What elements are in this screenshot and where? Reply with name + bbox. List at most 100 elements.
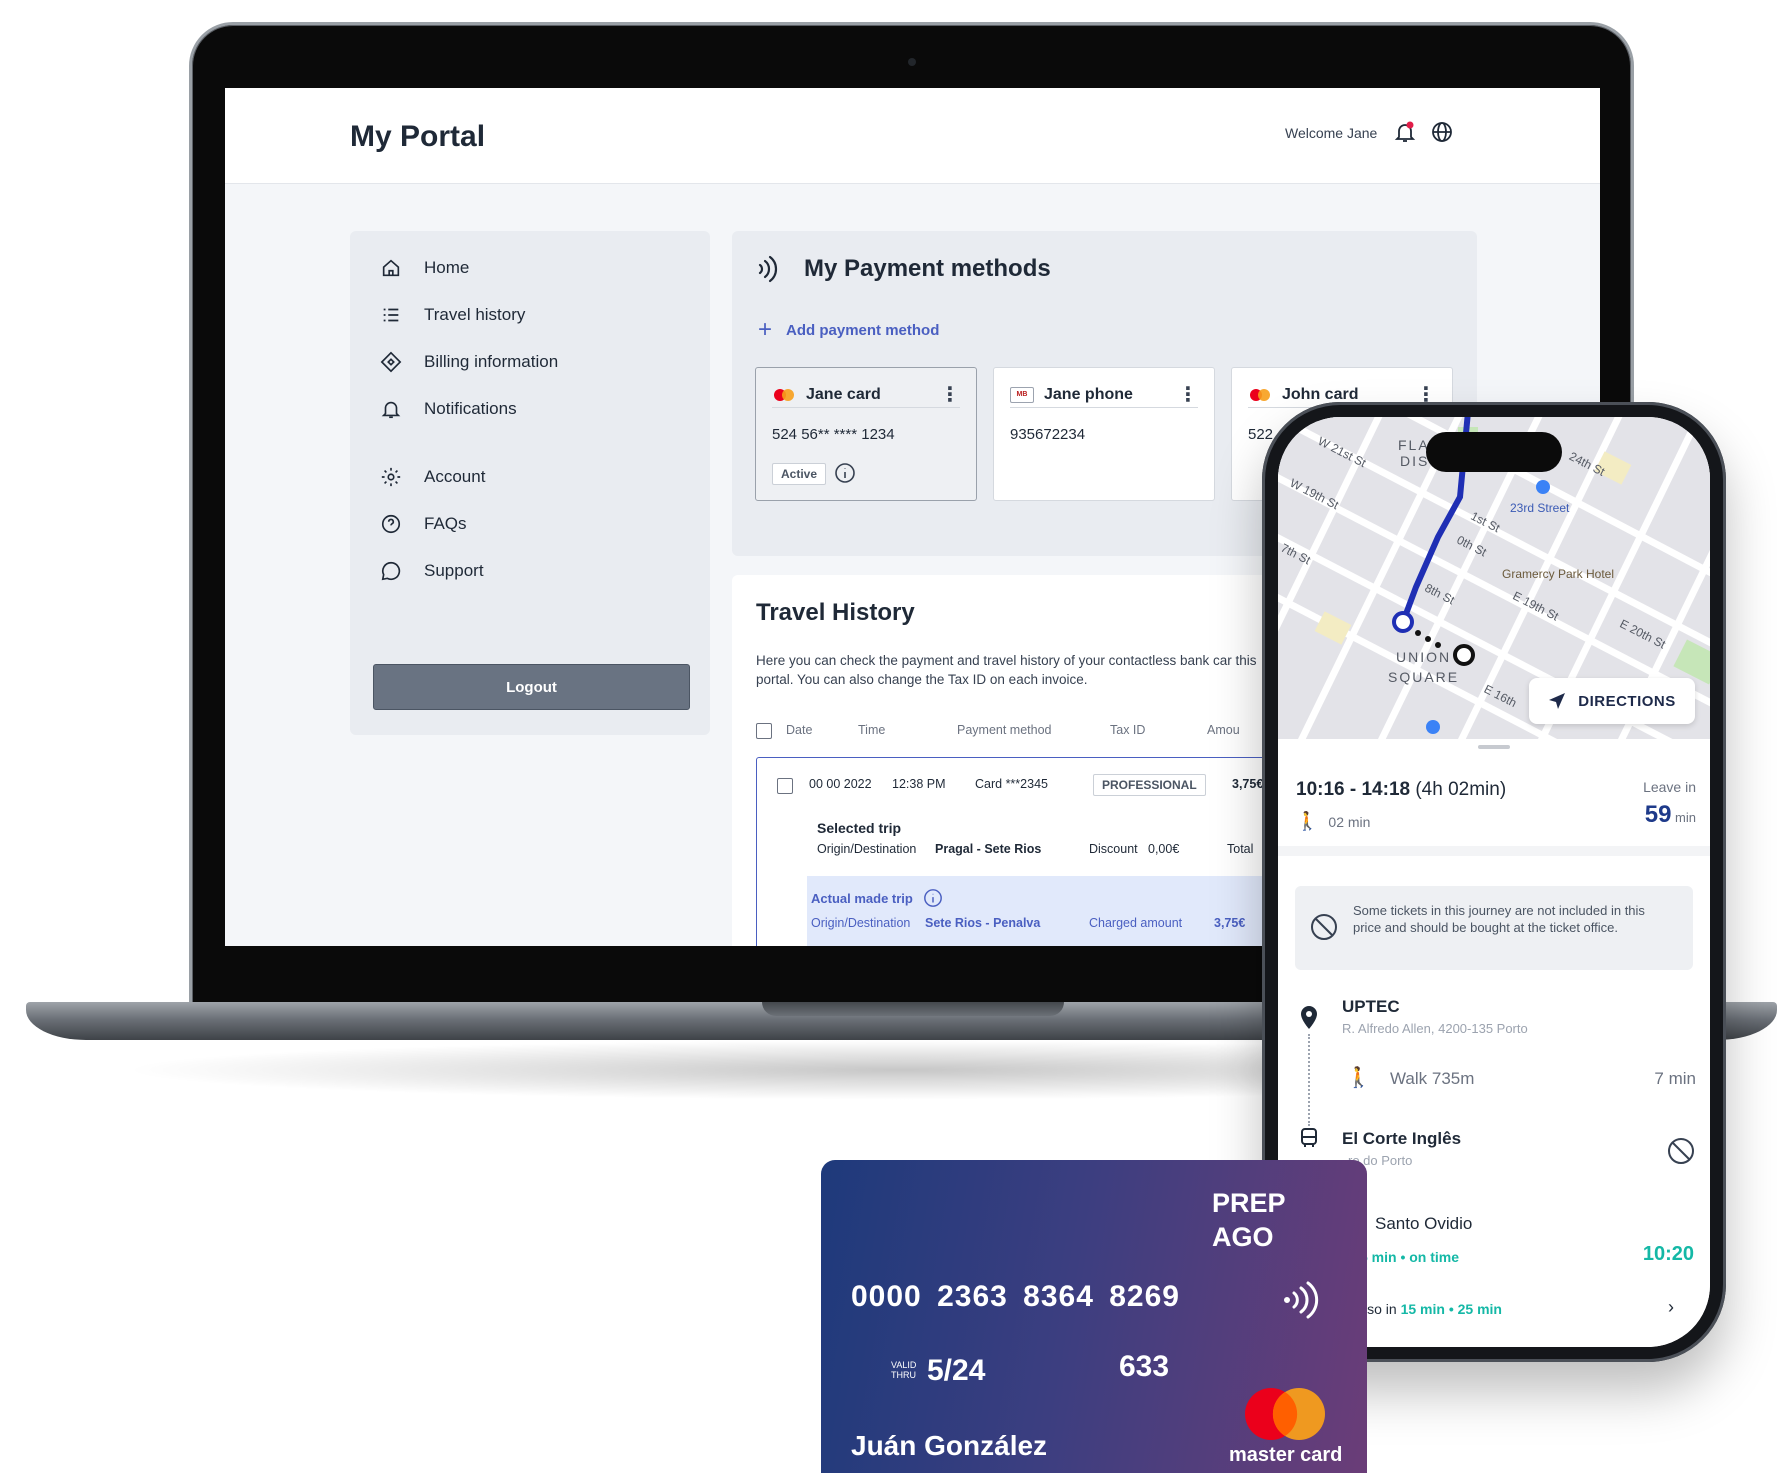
select-all-checkbox[interactable] (756, 723, 772, 739)
phone-payment-icon: MB (1010, 386, 1034, 403)
card-holder-name: Juán González (851, 1430, 1048, 1461)
payment-card-jane-phone[interactable]: MB Jane phone ⋮ 935672234 (993, 367, 1215, 501)
welcome-text: Welcome Jane (1285, 125, 1378, 141)
sidebar-item-account[interactable]: Account (380, 466, 485, 488)
bus-icon (1301, 1128, 1317, 1147)
credit-card: PREP AGO 0000 2363 8364 8269 VALID THRU … (821, 1160, 1367, 1473)
leave-in: 59 min (1645, 801, 1696, 829)
payment-card-header: Jane card ⋮ (772, 382, 960, 408)
map-label: Gramercy Park Hotel (1502, 567, 1615, 581)
ticket-notice: Some tickets in this journey are not inc… (1295, 886, 1693, 970)
walk-time: 7 min (1654, 1069, 1696, 1088)
sidebar: Home Travel history Billing information … (350, 231, 710, 735)
mastercard-icon (772, 387, 796, 403)
card-brand-line2: AGO (1212, 1222, 1274, 1252)
walking-icon: 🚶 (1296, 811, 1319, 831)
ticket-icon (380, 351, 402, 373)
status-badge: Active (772, 463, 827, 485)
laptop-camera (908, 58, 916, 66)
location-pin-icon (1301, 1006, 1317, 1029)
row-checkbox[interactable] (777, 778, 793, 794)
sidebar-item-label: Home (424, 258, 470, 277)
sidebar-item-label: Account (424, 467, 486, 486)
also-in: lso in 15 min • 25 min (1364, 1301, 1502, 1317)
valid-thru-label: VALID THRU (891, 1360, 916, 1380)
ticket-notice-text: Some tickets in this journey are not inc… (1353, 903, 1645, 935)
info-icon[interactable] (834, 462, 856, 484)
directions-button[interactable]: DIRECTIONS (1529, 678, 1695, 724)
card-brand-line1: PREP (1212, 1188, 1286, 1218)
column-header-date[interactable]: Date (786, 723, 812, 737)
info-icon[interactable] (923, 888, 943, 908)
charged-amount-label: Charged amount (1089, 916, 1183, 930)
sheet-grabber[interactable] (1478, 745, 1510, 749)
column-header-tax-id[interactable]: Tax ID (1110, 723, 1145, 737)
column-header-payment-method[interactable]: Payment method (957, 723, 1052, 737)
globe-icon[interactable] (1430, 120, 1454, 144)
walking-icon: 🚶 (1346, 1067, 1371, 1089)
sidebar-item-notifications[interactable]: Notifications (380, 398, 517, 420)
origin-destination-label: Origin/Destination (811, 916, 911, 930)
sidebar-item-billing[interactable]: Billing information (380, 351, 558, 373)
payment-card-number: 935672234 (1010, 426, 1086, 443)
column-header-amount[interactable]: Amou (1207, 723, 1240, 737)
card-brand: PREP AGO (1212, 1186, 1286, 1254)
payment-card-header: MB Jane phone ⋮ (1010, 382, 1198, 408)
mastercard-icon (1248, 387, 1272, 403)
add-payment-method-link[interactable]: + Add payment method (758, 316, 939, 344)
walk-start-minutes: 02 min (1328, 813, 1371, 830)
leave-in-unit: min (1675, 810, 1696, 825)
walk-label: Walk 735m (1390, 1069, 1475, 1088)
also-in-prefix: lso in (1364, 1301, 1397, 1317)
card-network-label: master card (1229, 1444, 1343, 1466)
origin-address: R. Alfredo Allen, 4200-135 Porto (1342, 1021, 1528, 1036)
card-number: 0000 2363 8364 8269 (851, 1280, 1180, 1313)
payment-methods-title: My Payment methods (804, 255, 1051, 282)
walk-start: 🚶 02 min (1296, 811, 1370, 832)
add-payment-method-label: Add payment method (786, 321, 940, 339)
travel-history-description: Here you can check the payment and trave… (756, 653, 1257, 687)
prohibited-icon (1311, 914, 1337, 940)
row-date: 00 00 2022 (809, 777, 872, 791)
tax-id-badge[interactable]: PROFESSIONAL (1093, 774, 1206, 796)
actual-trip-title: Actual made trip (811, 888, 943, 908)
actual-trip-label: Actual made trip (811, 890, 913, 906)
payment-card-jane-card[interactable]: Jane card ⋮ 524 56** **** 1234 Active (755, 367, 977, 501)
logout-button[interactable]: Logout (373, 664, 690, 710)
portal-header: My Portal Welcome Jane (225, 88, 1600, 184)
divider (1278, 846, 1710, 856)
valid-label: VALID (891, 1360, 917, 1370)
sidebar-item-label: Travel history (424, 305, 526, 324)
discount-value: 0,00€ (1148, 842, 1180, 856)
sidebar-item-travel-history[interactable]: Travel history (380, 304, 525, 326)
sidebar-item-support[interactable]: Support (380, 560, 484, 582)
chevron-right-icon[interactable]: › (1668, 1297, 1674, 1318)
discount-label: Discount (1089, 842, 1138, 856)
route-duration: (4h 02min) (1415, 779, 1507, 800)
more-options-icon[interactable]: ⋮ (1178, 385, 1198, 405)
list-icon (383, 308, 399, 322)
gear-icon (381, 467, 401, 487)
bell-icon (381, 401, 401, 419)
notification-bell-icon[interactable] (1393, 120, 1417, 144)
sidebar-item-faqs[interactable]: FAQs (380, 513, 467, 535)
origin-destination-label: Origin/Destination (817, 842, 917, 856)
mastercard-logo-icon (1245, 1388, 1325, 1440)
more-options-icon[interactable]: ⋮ (940, 385, 960, 405)
contactless-icon (1284, 1281, 1319, 1319)
column-header-time[interactable]: Time (858, 723, 885, 737)
help-icon (381, 514, 401, 534)
directions-label: DIRECTIONS (1578, 692, 1676, 710)
bus-status: 5 min • on time (1360, 1249, 1460, 1265)
map-label: FLA (1398, 437, 1430, 453)
route-dots (1308, 1034, 1310, 1126)
page-title: My Portal (350, 120, 486, 153)
travel-history-title: Travel History (756, 599, 915, 626)
map-label: UNION (1396, 649, 1452, 665)
row-time: 12:38 PM (892, 777, 946, 791)
map-label: SQUARE (1388, 669, 1460, 685)
also-in-times: 15 min • 25 min (1400, 1301, 1502, 1317)
home-icon (382, 259, 400, 277)
total-label: Total (1227, 842, 1254, 856)
sidebar-item-home[interactable]: Home (380, 257, 469, 279)
